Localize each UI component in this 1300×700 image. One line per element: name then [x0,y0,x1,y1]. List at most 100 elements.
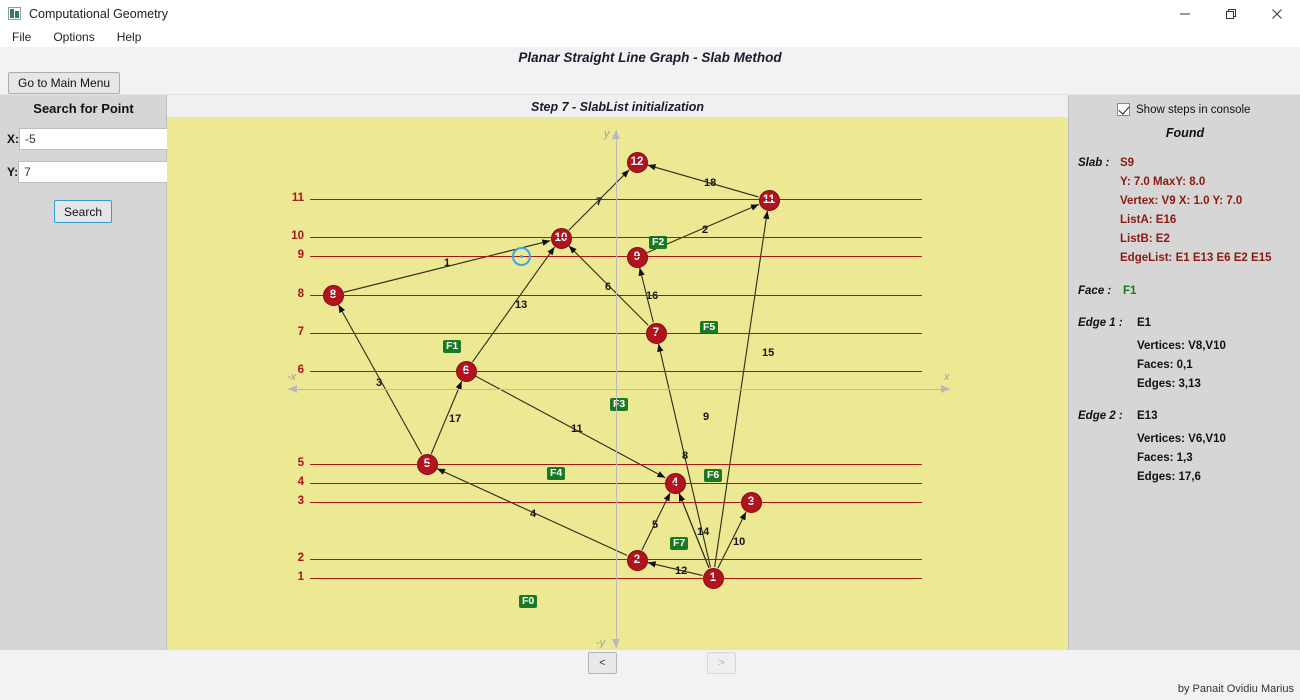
y-axis-tick-label: 5 [297,457,304,469]
face-label: F0 [519,595,538,608]
face-label: F6 [704,469,723,482]
menu-item-options[interactable]: Options [53,30,94,44]
slab-detail-vertex: Vertex: V9 X: 1.0 Y: 7.0 [1120,195,1243,207]
graph-vertex[interactable]: 2 [626,549,648,571]
y-axis [616,130,617,648]
face-label: F4 [547,467,566,480]
edge-label: 16 [646,290,659,302]
edge-label: 7 [596,196,603,208]
edge-label: 9 [703,411,710,423]
edge2-key: Edge 2 : [1078,410,1123,422]
graph-canvas[interactable]: 1 2 3 4 5 6 7 8 9 10 11 12 F0 F1 F2 F3 F4 F5 F6 F7 1234567… [167,117,1068,650]
edge-label: 6 [605,281,612,293]
menu-item-help[interactable]: Help [117,30,142,44]
page-title: Planar Straight Line Graph - Slab Method [518,50,782,65]
edge-label: 11 [571,423,583,435]
y-label: Y: [7,165,19,179]
next-step-button[interactable]: > [707,652,736,674]
footer-bar [0,650,1300,700]
y-axis-tick-label: 7 [297,326,304,338]
search-y-input[interactable] [18,161,186,183]
y-axis-tick-label: 11 [291,192,304,204]
edge1-faces: Faces: 0,1 [1137,359,1193,371]
app-icon [8,7,21,20]
prev-step-button[interactable]: < [588,652,617,674]
edge2-edges: Edges: 17,6 [1137,471,1201,483]
graph-vertex[interactable]: 11 [758,189,780,211]
show-steps-label: Show steps in console [1136,103,1251,116]
face-key: Face : [1078,285,1112,297]
minimize-icon[interactable] [1162,0,1208,27]
axis-label: x [944,371,950,383]
edge1-key: Edge 1 : [1078,317,1123,329]
edge2-faces: Faces: 1,3 [1137,452,1193,464]
checkbox-check-icon [1117,103,1130,116]
go-to-main-menu-button[interactable]: Go to Main Menu [8,72,121,94]
axis-label: -x [287,371,297,383]
face-value: F1 [1123,285,1137,297]
show-steps-checkbox[interactable]: Show steps in console [1117,103,1250,116]
search-panel-title: Search for Point [33,101,134,116]
edge1-value: E1 [1137,317,1152,329]
y-axis-tick-label: 2 [297,552,304,564]
graph-vertex[interactable]: 12 [626,151,648,173]
edge-label: 15 [762,347,775,359]
edge-label: 17 [449,413,462,425]
face-label: F1 [443,340,462,353]
found-title: Found [1165,126,1205,140]
edge-label: 10 [733,536,746,548]
slab-key: Slab : [1078,157,1110,169]
edge-label: 12 [675,565,688,577]
edge-label: 13 [515,299,528,311]
slab-detail-y: Y: 7.0 MaxY: 8.0 [1120,176,1206,188]
title-bar: Computational Geometry [0,0,1300,27]
search-x-input[interactable] [19,128,186,150]
edge1-edges: Edges: 3,13 [1137,378,1201,390]
edge-label: 14 [697,526,710,538]
menu-bar: File Options Help [0,27,1300,47]
close-icon[interactable] [1254,0,1300,27]
graph-edge [471,246,556,363]
search-button[interactable]: Search [54,200,112,223]
y-axis-tick-label: 10 [291,230,304,242]
edge-label: 8 [682,450,689,462]
step-label: Step 7 - SlabList initialization [531,100,704,114]
axis-label: y [604,128,610,140]
slab-detail-lista: ListA: E16 [1120,214,1177,226]
slab-value: S9 [1120,157,1135,169]
y-axis-tick-label: 4 [297,476,304,488]
edge-label: 1 [444,257,451,269]
maximize-icon[interactable] [1208,0,1254,27]
slab-detail-listb: ListB: E2 [1120,233,1170,245]
search-sidebar: Search for Point X: Y: Search [0,95,186,650]
y-axis-tick-label: 3 [297,495,304,507]
x-axis [288,389,950,390]
face-label: F7 [670,537,689,550]
x-label: X: [7,132,19,146]
edge2-value: E13 [1137,410,1158,422]
graph-vertex[interactable]: 9 [626,246,648,268]
y-axis-tick-label: 9 [297,249,304,261]
graph-vertex[interactable]: 10 [550,227,572,249]
x-field-row: X: [4,127,186,151]
edge-label: 5 [652,519,659,531]
slab-detail-edgelist: EdgeList: E1 E13 E6 E2 E15 [1120,252,1272,264]
edge-label: 4 [530,508,537,520]
edge-label: 2 [702,224,709,236]
info-sidebar: Show steps in console Found Slab : S9 Y:… [1068,95,1300,650]
edge1-vertices: Vertices: V8,V10 [1137,340,1226,352]
edge2-vertices: Vertices: V6,V10 [1137,433,1226,445]
author-credit: by Panait Ovidiu Marius [1177,683,1294,695]
graph-edge [647,164,759,198]
face-label: F3 [610,398,629,411]
window-title: Computational Geometry [29,6,168,21]
window-controls [1162,0,1300,27]
search-result-marker [511,246,531,266]
y-axis-tick-label: 8 [297,288,304,300]
y-axis-tick-label: 1 [297,571,304,583]
edge-label: 3 [376,377,383,389]
edge-label: 18 [704,177,717,189]
y-field-row: Y: [4,160,186,184]
axis-label: -y [596,637,606,649]
menu-item-file[interactable]: File [12,30,31,44]
